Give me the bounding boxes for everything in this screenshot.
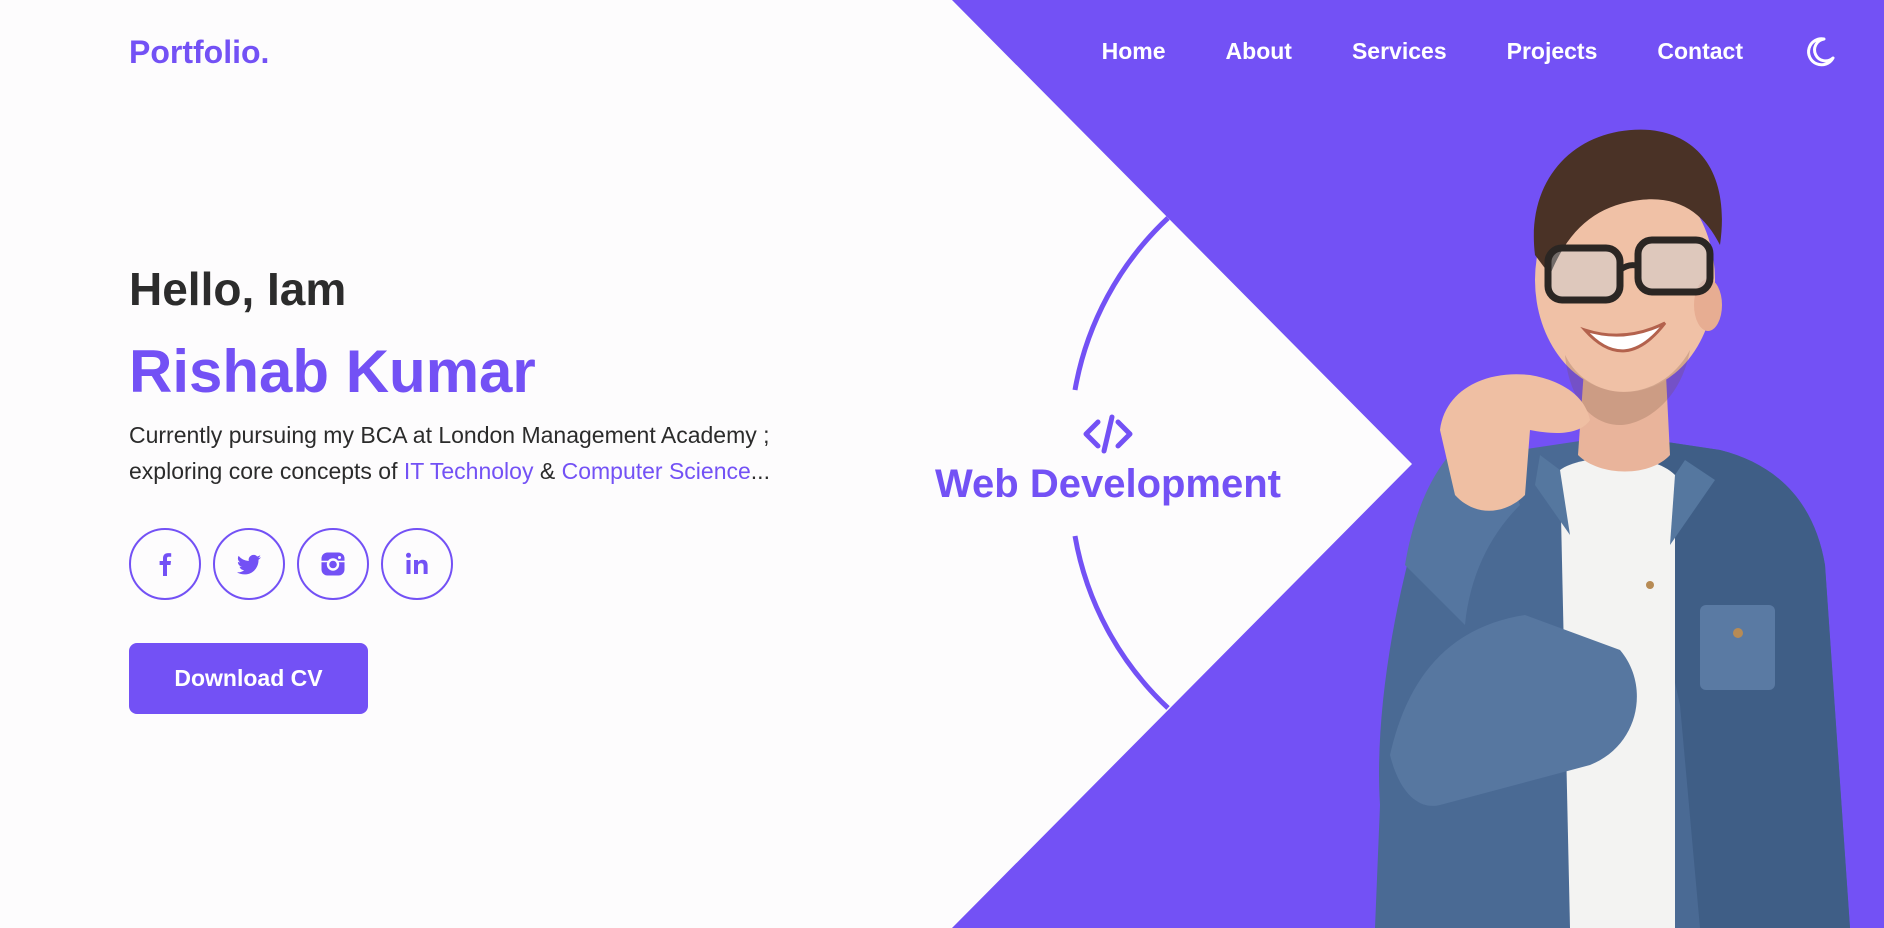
twitter-link[interactable] [213,528,285,600]
hero-description: Currently pursuing my BCA at London Mana… [129,417,849,489]
nav-about[interactable]: About [1226,38,1292,65]
moon-icon [1807,37,1835,67]
profile-photo [1375,129,1850,928]
download-cv-button[interactable]: Download CV [129,643,368,714]
description-line-2-prefix: exploring core concepts of [129,458,404,484]
nav-services[interactable]: Services [1352,38,1447,65]
theme-toggle-button[interactable] [1802,34,1838,70]
site-logo[interactable]: Portfolio. [129,34,269,71]
code-icon [1083,414,1133,454]
twitter-icon [237,554,261,575]
hero-name: Rishab Kumar [129,338,536,405]
specialty-badge: Web Development [908,412,1308,507]
highlight-computer-science: Computer Science [561,458,751,484]
linkedin-link[interactable] [381,528,453,600]
specialty-label: Web Development [935,462,1281,506]
social-links [129,528,453,600]
description-suffix: ... [750,458,770,484]
instagram-link[interactable] [297,528,369,600]
instagram-icon [321,552,345,576]
facebook-link[interactable] [129,528,201,600]
nav-home[interactable]: Home [1102,38,1166,65]
nav-contact[interactable]: Contact [1657,38,1743,65]
description-line-1: Currently pursuing my BCA at London Mana… [129,422,770,448]
hero-greeting: Hello, Iam [129,263,347,315]
main-nav: Home About Services Projects Contact [1102,38,1743,65]
nav-projects[interactable]: Projects [1507,38,1598,65]
linkedin-icon [406,552,428,574]
facebook-icon [159,553,172,576]
description-connector: & [533,458,562,484]
highlight-it-technology: IT Technoloy [403,458,534,484]
